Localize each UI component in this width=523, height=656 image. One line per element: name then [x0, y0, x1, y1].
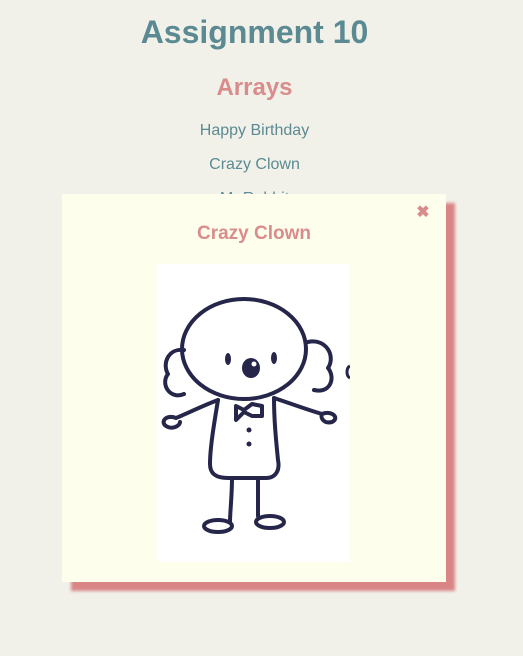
card-link-happy-birthday[interactable]: Happy Birthday: [200, 122, 309, 139]
card-modal: ✖ Crazy Clown: [62, 194, 446, 582]
close-icon[interactable]: ✖: [414, 203, 432, 223]
modal-title: Crazy Clown: [196, 223, 312, 244]
section-title: Arrays: [216, 74, 293, 101]
card-link-crazy-clown[interactable]: Crazy Clown: [209, 156, 300, 173]
page-title: Assignment 10: [140, 14, 369, 50]
card-image: [158, 264, 350, 562]
list-item: Happy Birthday: [0, 122, 509, 156]
list-item: Crazy Clown: [0, 156, 509, 190]
clown-icon: [161, 297, 350, 534]
